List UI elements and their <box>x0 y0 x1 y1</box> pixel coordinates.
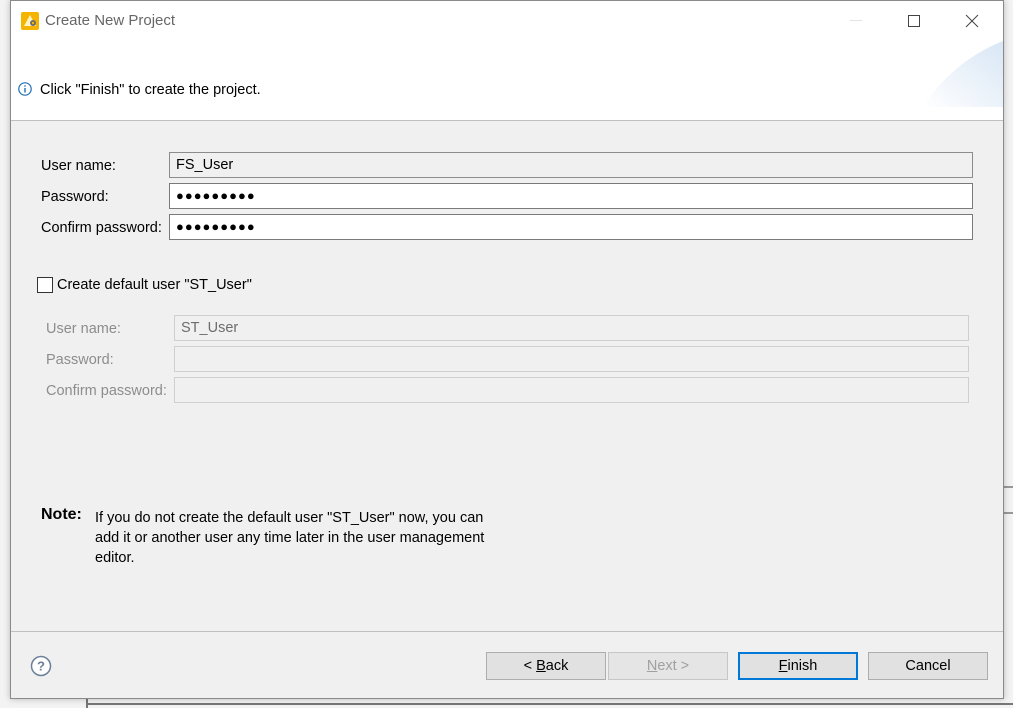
default-username-field: ST_User <box>174 315 969 341</box>
default-confirm-password-field <box>174 377 969 403</box>
minimize-button <box>833 1 879 41</box>
password-label: Password: <box>41 189 109 205</box>
background-divider <box>88 703 1013 705</box>
project-wizard-icon <box>21 12 39 30</box>
background-divider <box>1003 486 1013 488</box>
header-divider <box>11 120 1003 121</box>
maximize-icon <box>908 15 920 27</box>
default-confirm-password-label: Confirm password: <box>46 383 167 399</box>
close-button[interactable] <box>949 1 995 41</box>
next-button: Next > <box>608 652 728 680</box>
header-message: Click "Finish" to create the project. <box>40 82 261 98</box>
next-button-label: ext > <box>657 658 690 674</box>
cancel-button[interactable]: Cancel <box>868 652 988 680</box>
next-button-mnemonic: N <box>646 658 658 674</box>
create-default-user-checkbox[interactable] <box>37 277 53 293</box>
header-banner-graphic <box>923 41 1003 107</box>
back-button-prefix: < <box>523 658 537 674</box>
help-icon[interactable]: ? <box>30 655 52 677</box>
confirm-password-label: Confirm password: <box>41 220 162 236</box>
back-button-mnemonic: B <box>536 658 546 674</box>
default-password-field <box>174 346 969 372</box>
maximize-button[interactable] <box>891 1 937 41</box>
back-button[interactable]: < Back <box>486 652 606 680</box>
back-button-label: ack <box>545 658 569 674</box>
close-icon <box>965 14 979 28</box>
wizard-header: Click "Finish" to create the project. <box>11 41 1003 120</box>
footer-divider <box>11 631 1003 632</box>
info-icon <box>18 82 32 96</box>
background-divider <box>1003 512 1013 514</box>
svg-text:?: ? <box>37 659 45 674</box>
create-default-user-label[interactable]: Create default user "ST_User" <box>57 277 252 293</box>
note-text: If you do not create the default user "S… <box>95 510 485 566</box>
finish-button-mnemonic: F <box>778 658 788 674</box>
confirm-password-field[interactable]: ●●●●●●●●● <box>169 214 973 240</box>
note-label: Note: <box>41 506 82 523</box>
default-username-label: User name: <box>46 321 121 337</box>
default-password-label: Password: <box>46 352 114 368</box>
password-field[interactable]: ●●●●●●●●● <box>169 183 973 209</box>
minimize-icon <box>850 20 862 21</box>
window-title: Create New Project <box>45 12 176 29</box>
finish-button-label: inish <box>787 658 818 674</box>
username-label: User name: <box>41 158 116 174</box>
title-bar[interactable]: Create New Project <box>11 1 1003 41</box>
username-field[interactable]: FS_User <box>169 152 973 178</box>
finish-button[interactable]: Finish <box>738 652 858 680</box>
create-project-dialog: Create New Project Click "Finish" to cre… <box>10 0 1004 699</box>
